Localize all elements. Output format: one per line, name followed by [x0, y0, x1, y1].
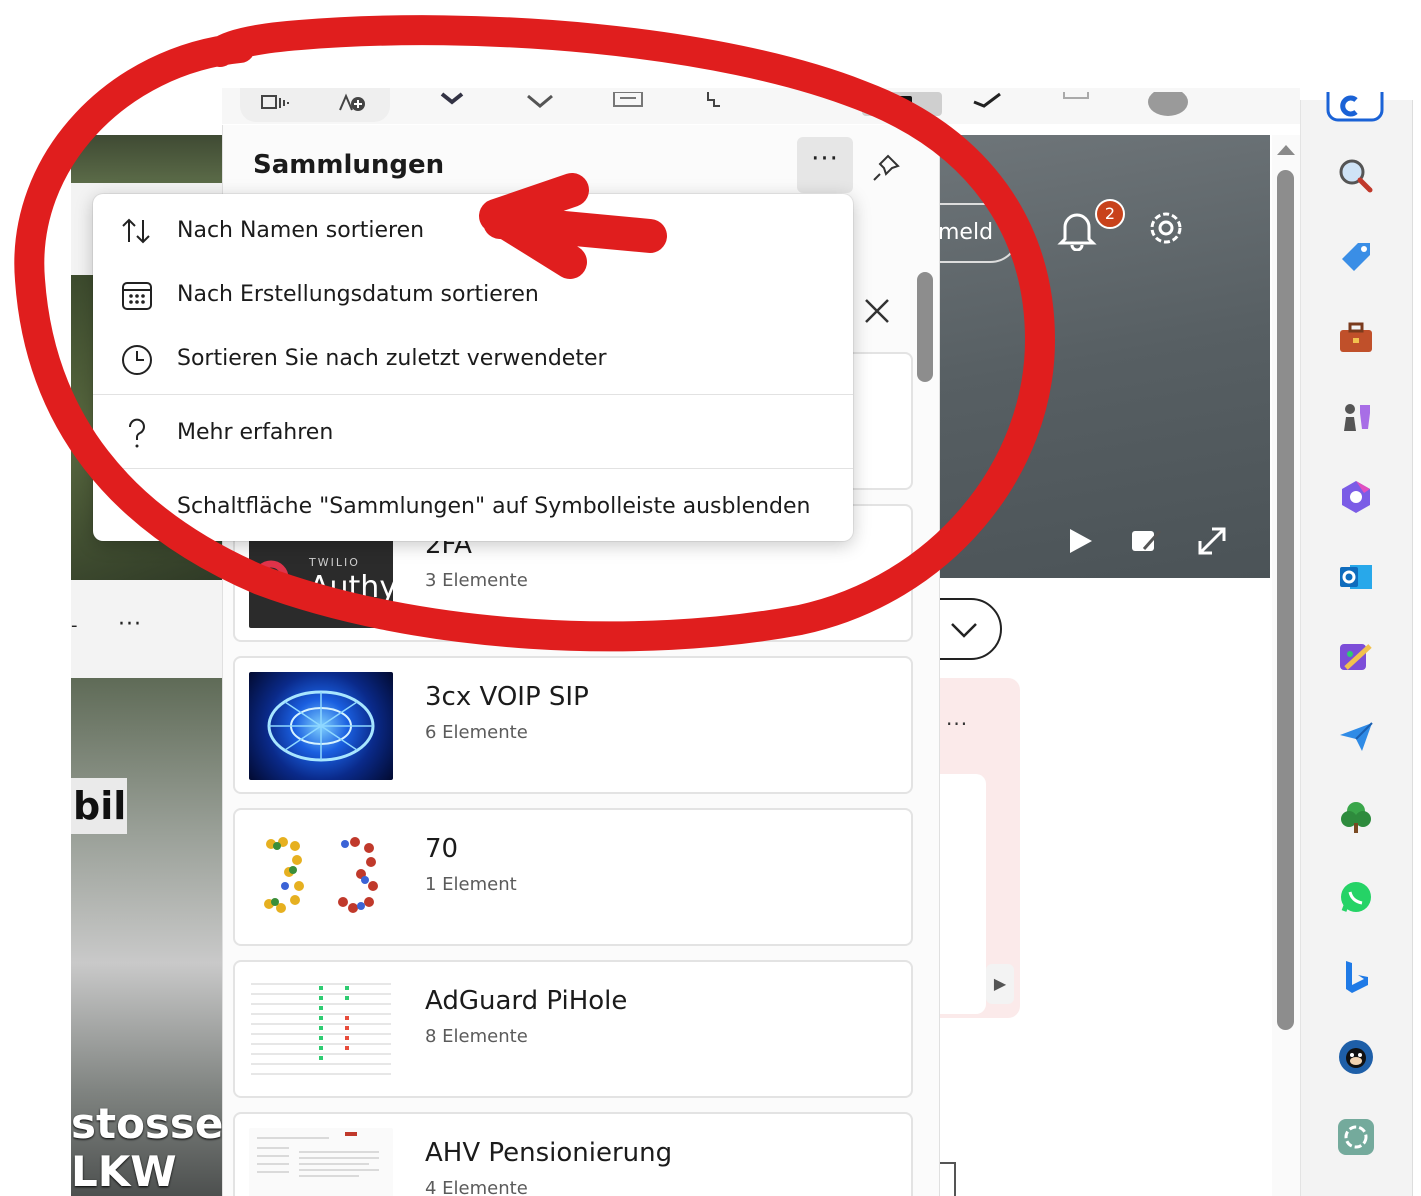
collection-count: 4 Elemente: [425, 1178, 528, 1196]
whatsapp-icon[interactable]: [1336, 877, 1376, 917]
shield-icon[interactable]: [436, 92, 468, 114]
sidebar-edge: [1412, 100, 1421, 1196]
collection-count: 8 Elemente: [425, 1026, 528, 1047]
copilot-icon[interactable]: [1322, 92, 1388, 128]
calendar-icon: [119, 278, 155, 314]
next-arrow-icon[interactable]: ▶: [986, 964, 1014, 1004]
background-text: -: [71, 615, 78, 636]
menu-item-label: Mehr erfahren: [177, 420, 334, 445]
collection-thumbnail: [249, 1128, 393, 1196]
games-icon[interactable]: [1336, 397, 1376, 437]
read-aloud-icon[interactable]: [260, 92, 292, 114]
screenshot-root: - ··· bil stosses LKW meld 2 ··· ▶: [0, 0, 1421, 1196]
background-text: bil: [71, 778, 127, 834]
draw-icon[interactable]: [972, 92, 1004, 114]
chatgpt-icon[interactable]: [1336, 1117, 1376, 1157]
tree-icon[interactable]: [1336, 797, 1376, 837]
screenshot-icon[interactable]: [1060, 92, 1092, 114]
collection-card[interactable]: 3cx VOIP SIP 6 Elemente: [233, 656, 913, 794]
collection-thumbnail: [249, 976, 393, 1084]
background-more-button[interactable]: ···: [118, 612, 142, 637]
collection-thumbnail: [249, 672, 393, 780]
background-more-button[interactable]: ···: [946, 712, 968, 736]
menu-divider: [93, 394, 853, 395]
send-icon[interactable]: [1336, 717, 1376, 757]
scroll-up-icon[interactable]: [1277, 145, 1295, 155]
outlook-icon[interactable]: [1336, 557, 1376, 597]
menu-item-sort-by-last-used[interactable]: Sortieren Sie nach zuletzt verwendeter: [93, 328, 853, 388]
menu-item-label: Sortieren Sie nach zuletzt verwendeter: [177, 346, 607, 371]
tab-icon[interactable]: [612, 91, 644, 114]
collections-options-menu: Nach Namen sortieren Nach Erstellungsdat…: [93, 194, 853, 541]
collection-title: AHV Pensionierung: [425, 1138, 673, 1168]
collection-title: AdGuard PiHole: [425, 986, 628, 1016]
background-headline[interactable]: stosses LKW: [71, 1100, 223, 1196]
play-icon[interactable]: [1064, 525, 1096, 557]
gear-icon[interactable]: [1145, 207, 1187, 249]
menu-item-label: Nach Erstellungsdatum sortieren: [177, 282, 539, 307]
tools-icon[interactable]: [1336, 318, 1376, 358]
monkey-icon[interactable]: [1336, 1037, 1376, 1077]
expand-icon[interactable]: [1196, 525, 1228, 557]
search-icon[interactable]: [1336, 156, 1376, 196]
sort-arrows-icon: [119, 214, 155, 250]
close-icon[interactable]: [860, 294, 894, 328]
menu-item-sort-by-name[interactable]: Nach Namen sortieren: [93, 200, 853, 260]
collection-count: 1 Element: [425, 874, 517, 895]
more-options-button[interactable]: ···: [797, 137, 853, 193]
menu-item-label: Nach Namen sortieren: [177, 218, 425, 243]
menu-item-label: Schaltfläche "Sammlungen" auf Symbolleis…: [177, 494, 811, 519]
edit-image-icon[interactable]: [1130, 525, 1162, 557]
menu-item-learn-more[interactable]: Mehr erfahren: [93, 402, 853, 462]
menu-divider: [93, 468, 853, 469]
collection-title: 70: [425, 834, 459, 864]
panel-scrollbar-thumb[interactable]: [917, 272, 933, 382]
bing-icon[interactable]: [1336, 957, 1376, 997]
designer-icon[interactable]: [1336, 638, 1376, 678]
pin-icon[interactable]: [870, 152, 902, 184]
add-favorite-icon[interactable]: [336, 92, 368, 114]
thumbnail-brand-text: TWILIO: [309, 556, 360, 569]
menu-item-sort-by-date[interactable]: Nach Erstellungsdatum sortieren: [93, 264, 853, 324]
notification-badge: 2: [1095, 199, 1125, 229]
background-decoration: [940, 1162, 956, 1196]
collection-card[interactable]: AHV Pensionierung 4 Elemente: [233, 1112, 913, 1196]
collection-card[interactable]: AdGuard PiHole 8 Elemente: [233, 960, 913, 1098]
microsoft365-icon[interactable]: [1336, 477, 1376, 517]
question-icon: [119, 416, 155, 452]
collections-button[interactable]: [862, 92, 942, 116]
background-card-content: [940, 774, 986, 1014]
collection-count: 3 Elemente: [425, 570, 528, 591]
extensions-icon[interactable]: [700, 92, 732, 114]
thumbnail-name-text: Authy: [309, 570, 393, 605]
collection-thumbnail: [249, 824, 393, 932]
panel-title: Sammlungen: [253, 150, 445, 180]
background-photo: [71, 135, 223, 183]
favorites-icon[interactable]: [524, 92, 556, 114]
shopping-tag-icon[interactable]: [1336, 237, 1376, 277]
page-scrollbar-thumb[interactable]: [1277, 170, 1294, 1030]
bell-icon[interactable]: [1057, 207, 1097, 252]
profile-avatar[interactable]: [1146, 88, 1190, 120]
collection-title: 3cx VOIP SIP: [425, 682, 589, 712]
clock-icon: [119, 342, 155, 378]
collection-card[interactable]: 70 1 Element: [233, 808, 913, 946]
menu-item-hide-collections-button[interactable]: Schaltfläche "Sammlungen" auf Symbolleis…: [93, 476, 853, 536]
collection-count: 6 Elemente: [425, 722, 528, 743]
